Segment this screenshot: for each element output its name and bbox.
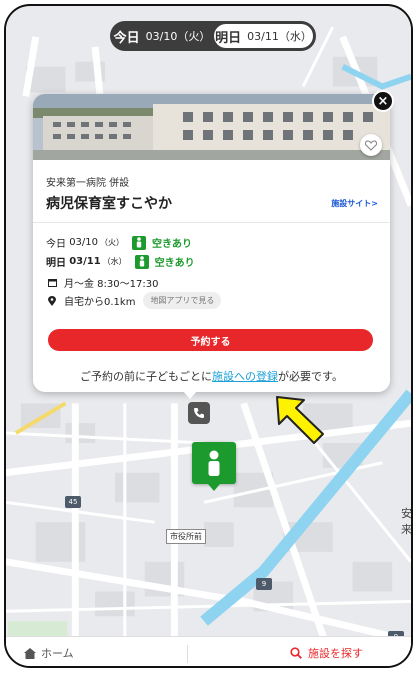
date-switch: 今日 03/10（火） 明日 03/11（水） xyxy=(110,21,316,51)
calendar-icon xyxy=(46,278,58,287)
availability-date: 03/10 xyxy=(69,237,99,248)
city-hall-label: 市役所前 xyxy=(166,529,206,544)
home-tab[interactable]: ホーム xyxy=(24,645,74,661)
person-icon xyxy=(132,235,147,250)
map-app-button[interactable]: 地図アプリで見る xyxy=(143,292,222,309)
availability-dow: （水） xyxy=(102,257,127,266)
hours-row: 月〜金 8:30〜17:30 xyxy=(46,275,158,290)
distance-row: 自宅から0.1km 地図アプリで見る xyxy=(46,292,222,309)
availability-status: 空きあり xyxy=(154,258,195,269)
reserve-button[interactable]: 予約する xyxy=(48,329,373,351)
route-45-shield: 45 xyxy=(65,496,81,508)
location-pin-icon xyxy=(46,295,58,306)
availability-row-today: 今日 03/10 （火） 空きあり xyxy=(46,235,192,250)
search-tab-label: 施設を探す xyxy=(308,647,363,660)
home-icon xyxy=(24,647,36,659)
availability-day-label: 今日 xyxy=(46,239,66,250)
area-label: 安来 xyxy=(401,507,412,536)
phone-frame: 45 9 9 市役所前 安来 今日 03/10（火） 明日 03/11（水） xyxy=(4,4,413,668)
home-tab-label: ホーム xyxy=(41,647,74,660)
today-label: 今日 xyxy=(113,30,140,46)
phone-marker-icon[interactable] xyxy=(188,402,210,424)
tomorrow-label: 明日 xyxy=(215,30,242,46)
nav-divider xyxy=(187,645,188,663)
favorite-heart-icon[interactable] xyxy=(360,134,382,156)
facility-photo xyxy=(33,94,390,160)
card-pointer xyxy=(182,390,198,399)
facility-card: 安来第一病院 併設 病児保育室すこやか 施設サイト> 今日 03/10 （火） 空… xyxy=(33,94,390,392)
search-icon xyxy=(290,647,302,659)
tomorrow-date: 03/11（水） xyxy=(247,30,312,43)
registration-note: ご予約の前に子どもごとに施設への登録が必要です。 xyxy=(33,368,390,384)
card-divider xyxy=(33,222,390,223)
bottom-navigation: ホーム 施設を探す xyxy=(6,636,411,666)
pointer-arrow-icon xyxy=(276,396,324,444)
availability-date: 03/11 xyxy=(69,256,101,267)
distance-text: 自宅から0.1km xyxy=(64,297,136,308)
registration-link[interactable]: 施設への登録 xyxy=(212,370,278,383)
organization-label: 安来第一病院 併設 xyxy=(46,178,130,189)
today-date: 03/10（火） xyxy=(145,30,211,43)
availability-dow: （火） xyxy=(100,238,125,247)
facility-site-link[interactable]: 施設サイト> xyxy=(331,198,378,209)
hours-text: 月〜金 8:30〜17:30 xyxy=(64,279,159,290)
today-tab[interactable]: 今日 03/10（火） xyxy=(113,24,211,48)
note-prefix: ご予約の前に子どもごとに xyxy=(80,370,213,383)
search-tab[interactable]: 施設を探す xyxy=(290,645,363,661)
facility-name: 病児保育室すこやか xyxy=(46,196,172,212)
availability-row-tomorrow: 明日 03/11 （水） 空きあり xyxy=(46,254,195,269)
tomorrow-tab[interactable]: 明日 03/11（水） xyxy=(214,24,313,48)
availability-day-label: 明日 xyxy=(46,258,66,269)
note-suffix: が必要です。 xyxy=(278,370,343,383)
person-icon xyxy=(134,254,149,269)
close-icon[interactable]: × xyxy=(372,90,394,112)
route-9-label: 9 xyxy=(261,580,267,588)
route-45-label: 45 xyxy=(68,498,78,506)
route-9-shield: 9 xyxy=(256,578,272,590)
facility-marker-icon[interactable] xyxy=(192,442,236,491)
availability-status: 空きあり xyxy=(152,239,193,250)
